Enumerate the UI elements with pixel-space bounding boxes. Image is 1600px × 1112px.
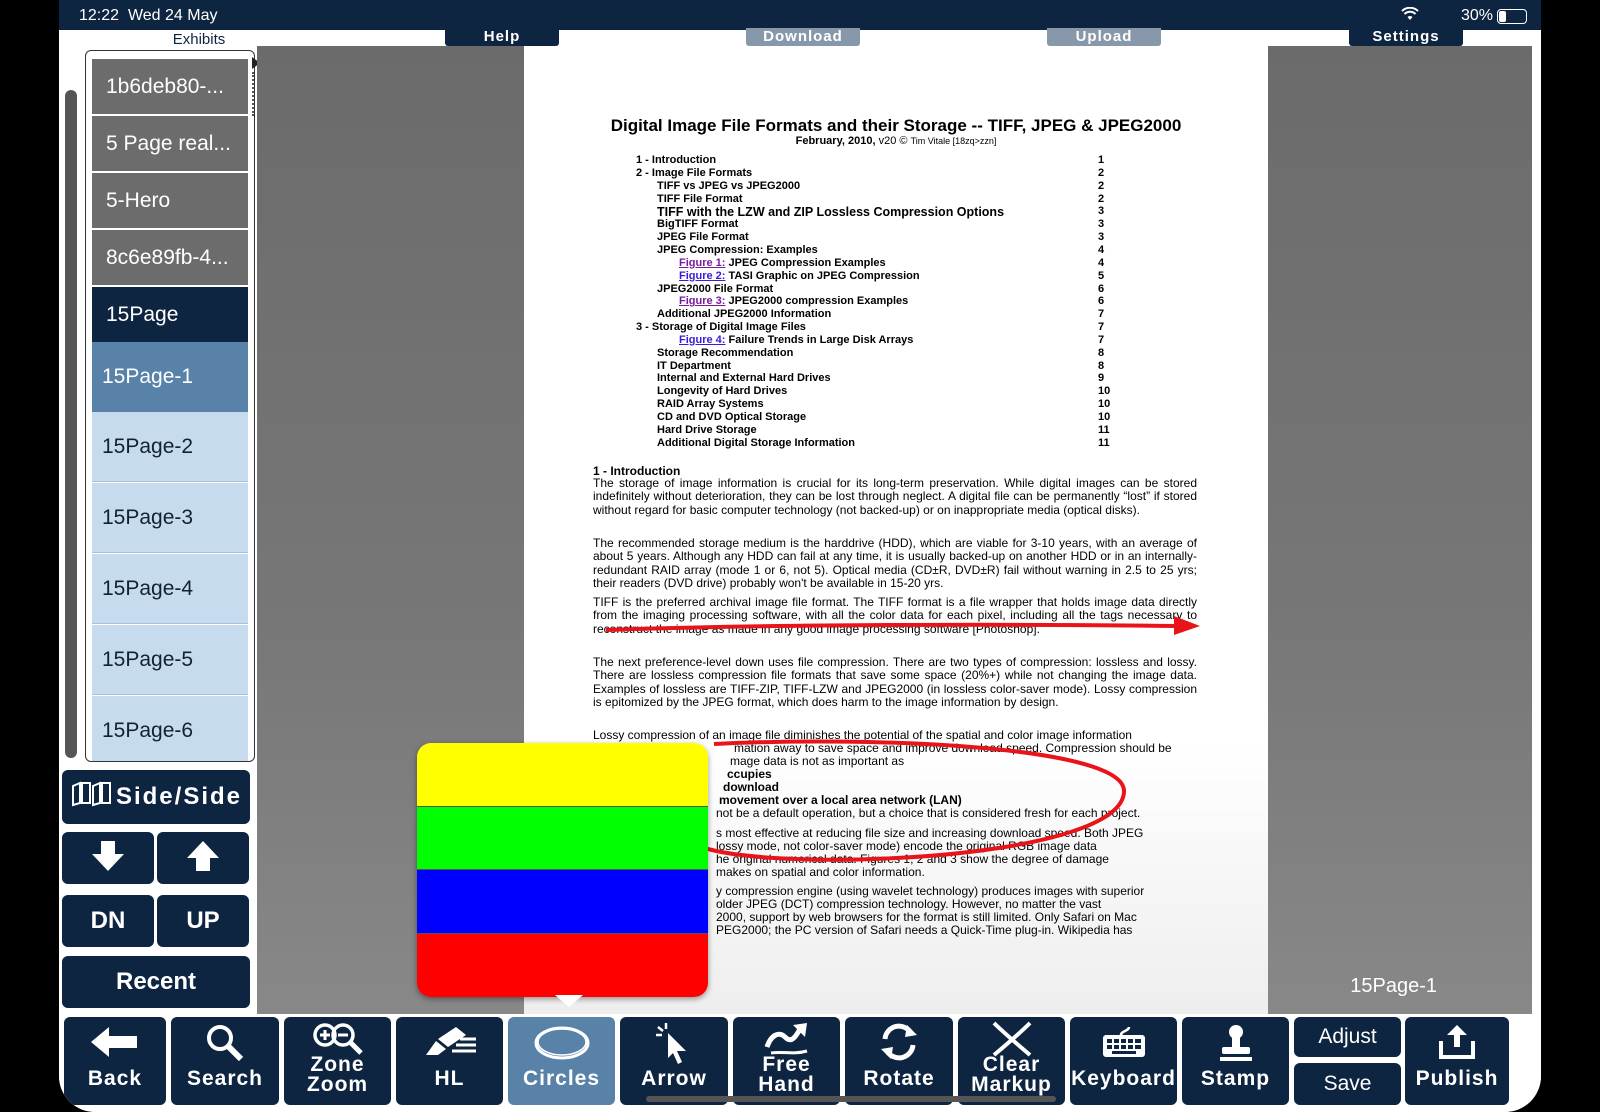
settings-button[interactable]: Settings [1349,28,1463,46]
exhibit-subitem[interactable]: 15Page-2 [92,412,248,482]
color-swatch-red[interactable] [417,933,708,997]
device-frame: 12:22 Wed 24 May 30% Help Download Uploa… [0,0,1600,1112]
side-by-side-icon [70,780,112,814]
exhibit-item[interactable]: 8c6e89fb-4... [92,230,248,285]
exhibit-item[interactable]: 5-Hero [92,173,248,228]
keyboard-button[interactable]: Keyboard [1070,1017,1177,1105]
side-by-side-button[interactable]: Side/Side [62,770,250,824]
exhibit-item[interactable]: 5 Page real... [92,116,248,171]
highlighter-icon [425,1027,476,1055]
exhibit-item[interactable]: 1b6deb80-... [92,59,248,114]
cursor-arrow-icon [656,1023,686,1064]
clear-x-icon [992,1021,1031,1057]
search-button[interactable]: Search [171,1017,279,1105]
clear-markup-button[interactable]: Clear Markup [958,1017,1065,1105]
adjust-label: Adjust [1318,1025,1377,1048]
clock: 12:22 [79,7,120,24]
recent-button[interactable]: Recent [62,956,250,1008]
color-swatch-green[interactable] [417,806,708,870]
markup-circle [692,739,1127,862]
search-label: Search [186,1067,264,1090]
side-by-side-label: Side/Side [115,783,243,810]
color-palette-popover [417,743,708,997]
save-label: Save [1323,1072,1372,1095]
exhibit-scrollbar[interactable] [65,90,77,758]
download-button[interactable]: Download [746,28,860,46]
back-arrow-icon [91,1027,137,1057]
back-label: Back [87,1067,143,1090]
status-bar: 12:22 Wed 24 May 30% [59,0,1541,30]
exhibit-subitem[interactable]: 15Page-5 [92,625,248,695]
freehand-label-line2: Hand [758,1073,815,1096]
date: Wed 24 May [127,7,218,24]
circles-label: Circles [522,1067,601,1090]
left-panel: 1b6deb80-... 5 Page real... 5-Hero 8c6e8… [59,46,260,1014]
publish-label: Publish [1415,1067,1499,1090]
status-time: 12:22 Wed 24 May [79,7,217,25]
back-button[interactable]: Back [64,1017,166,1105]
upload-share-icon [1439,1025,1475,1059]
zone-zoom-label-line2: Zoom [306,1073,369,1096]
page-label: 15Page-1 [1350,975,1437,997]
upload-button[interactable]: Upload [1047,28,1161,46]
zone-zoom-label: Zone Zoom [284,1054,391,1096]
battery-icon [1497,9,1527,24]
circle-icon [534,1026,589,1060]
color-swatch-blue[interactable] [417,870,708,934]
hl-label: HL [434,1067,465,1090]
arrow-label: Arrow [641,1067,707,1090]
home-indicator[interactable] [646,1096,1056,1102]
exhibit-item-selected[interactable]: 15Page [92,287,248,342]
clear-markup-label: Clear Markup [958,1054,1065,1096]
screen: 12:22 Wed 24 May 30% Help Download Uploa… [59,0,1541,1112]
battery-percent: 30% [1460,7,1493,24]
exhibit-subitem[interactable]: 15Page-6 [92,696,248,761]
zone-zoom-button[interactable]: Zone Zoom [284,1017,391,1105]
arrow-down-icon [91,840,125,876]
popover-caret [555,995,583,1007]
color-swatch-yellow[interactable] [417,743,708,807]
previous-page-button[interactable] [157,832,249,884]
freehand-pen-icon [764,1023,807,1055]
wifi-icon [1401,6,1419,24]
stamp-icon [1219,1025,1252,1061]
freehand-label: Free Hand [733,1054,840,1096]
highlight-button[interactable]: HL [396,1017,503,1105]
up-button[interactable]: UP [157,895,249,947]
help-button[interactable]: Help [445,28,559,46]
keyboard-icon [1102,1026,1145,1057]
exhibit-list: 1b6deb80-... 5 Page real... 5-Hero 8c6e8… [85,50,255,762]
freehand-button[interactable]: Free Hand [733,1017,840,1105]
next-page-button[interactable] [62,832,154,884]
stamp-label: Stamp [1200,1067,1271,1090]
rotate-icon [881,1023,917,1061]
adjust-button[interactable]: Adjust [1294,1017,1401,1057]
rotate-label: Rotate [863,1067,935,1090]
zone-zoom-icon [312,1023,363,1055]
stamp-button[interactable]: Stamp [1182,1017,1289,1105]
arrow-up-icon [186,840,220,876]
search-icon [207,1025,244,1062]
circles-button-active[interactable]: Circles [508,1017,615,1105]
markup-arrowhead [1174,616,1200,635]
dn-button[interactable]: DN [62,895,154,947]
markup-arrow-line [605,622,1180,632]
arrow-button[interactable]: Arrow [620,1017,728,1105]
rotate-button[interactable]: Rotate [845,1017,953,1105]
exhibit-subitem[interactable]: 15Page-4 [92,554,248,624]
save-button[interactable]: Save [1294,1063,1401,1105]
clear-label-line2: Markup [971,1073,1052,1096]
publish-button[interactable]: Publish [1405,1017,1509,1105]
exhibit-subitem[interactable]: 15Page-3 [92,483,248,553]
keyboard-label: Keyboard [1071,1067,1176,1090]
exhibit-subitem-active[interactable]: 15Page-1 [92,342,248,412]
